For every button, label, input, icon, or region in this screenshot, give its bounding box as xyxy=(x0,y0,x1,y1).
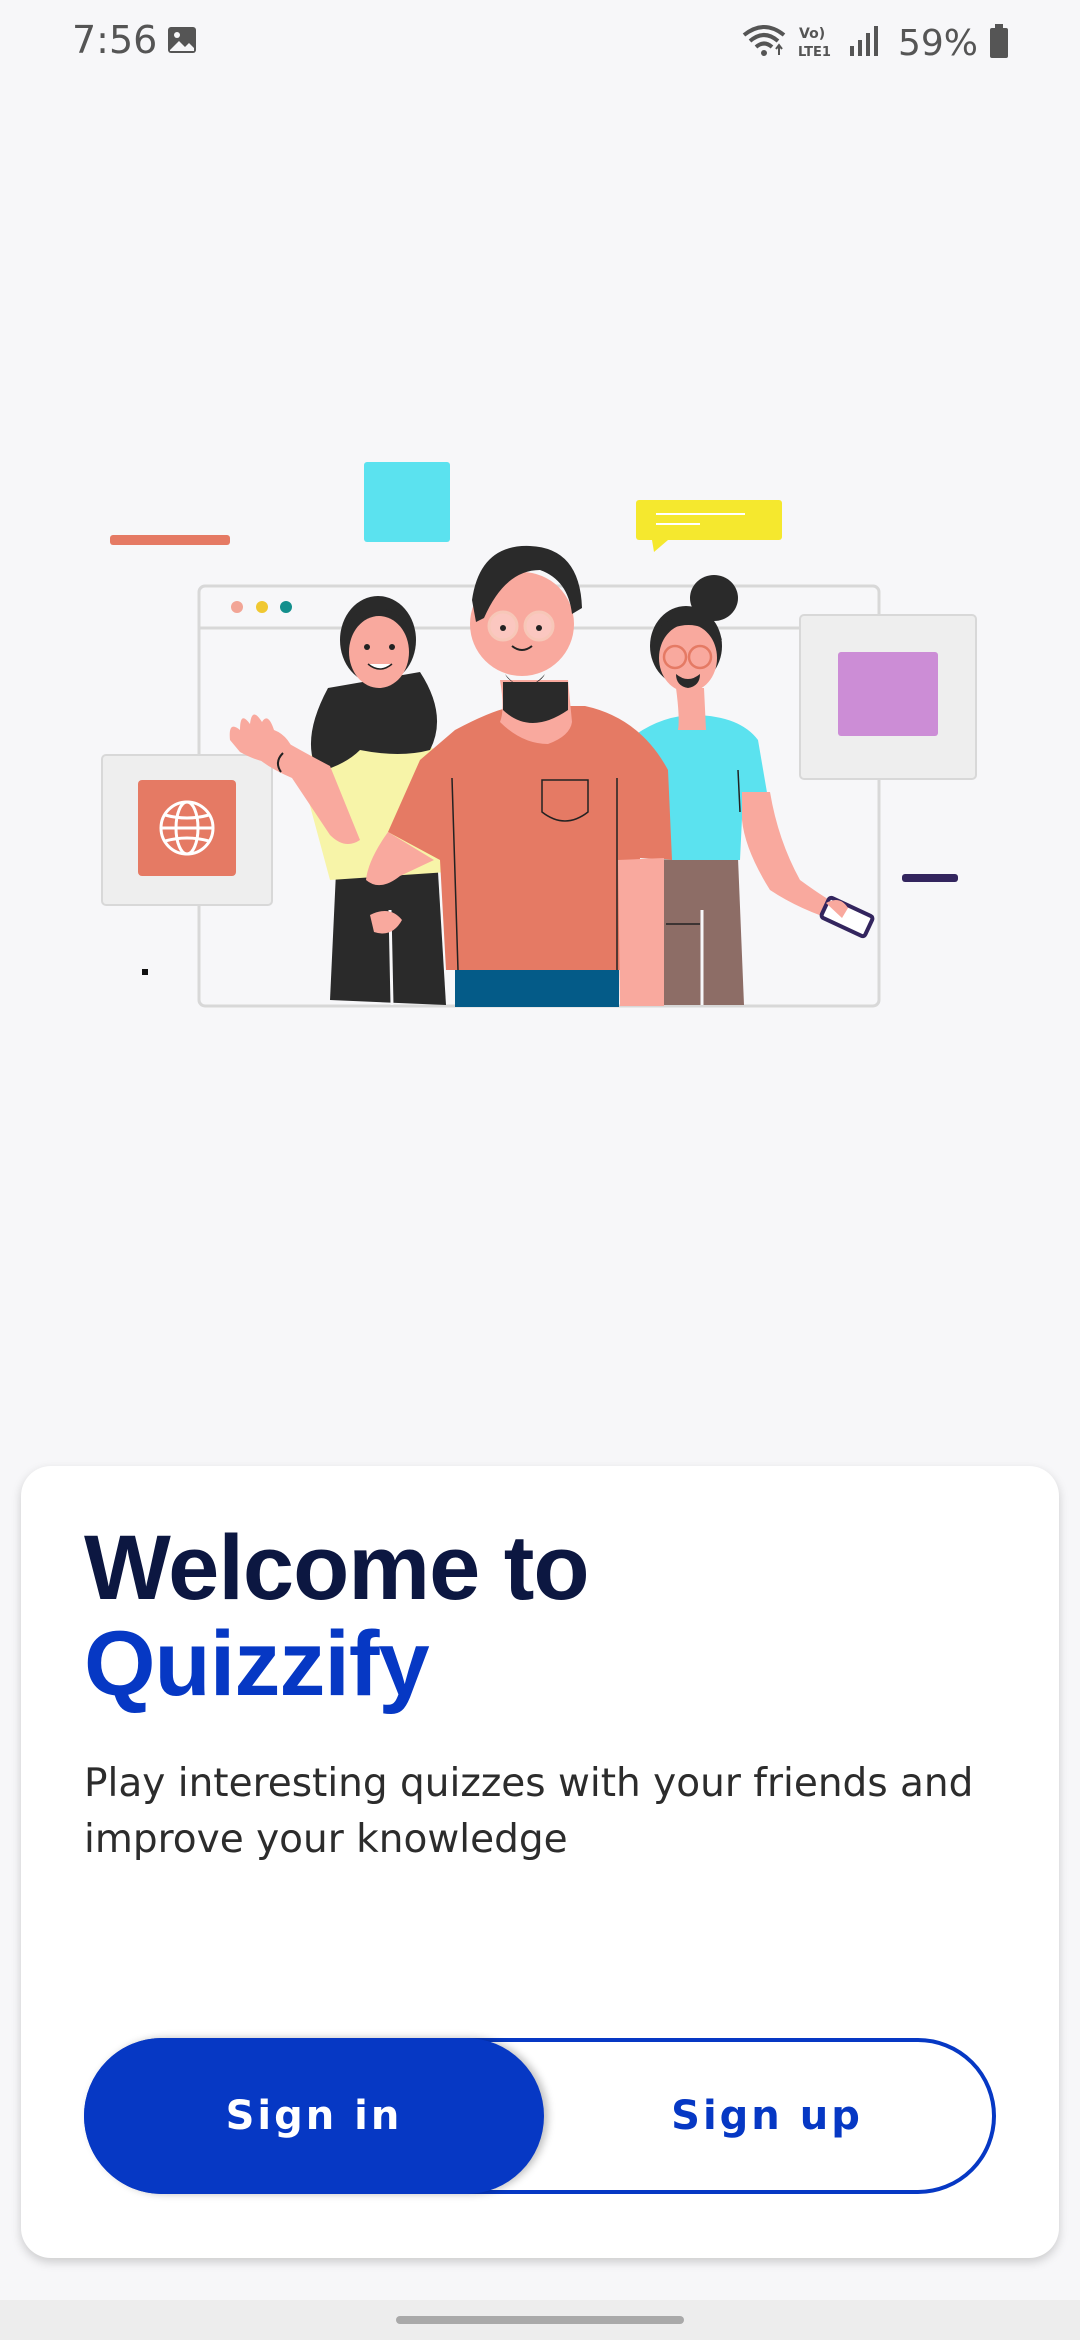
navy-line-shape xyxy=(902,874,958,882)
battery-icon xyxy=(988,23,1010,63)
globe-card xyxy=(101,754,273,906)
sign-in-button[interactable]: Sign in xyxy=(84,2038,544,2194)
sign-up-button[interactable]: Sign up xyxy=(542,2042,992,2190)
home-indicator[interactable] xyxy=(396,2316,684,2324)
welcome-title: Welcome to Quizzify xyxy=(84,1517,590,1715)
coral-line-shape xyxy=(110,535,230,545)
dot-shape xyxy=(142,969,148,975)
hero-illustration xyxy=(0,440,1080,1040)
welcome-card: Welcome to Quizzify Play interesting qui… xyxy=(21,1466,1059,2258)
signal-icon xyxy=(848,24,882,62)
svg-text:LTE1: LTE1 xyxy=(798,45,831,60)
app-name: Quizzify xyxy=(84,1613,430,1715)
battery-percent: 59% xyxy=(897,22,978,64)
status-bar: 7:56 Vo) LTE1 59% xyxy=(0,0,1080,84)
auth-toggle: Sign up Sign in xyxy=(84,2038,996,2194)
svg-text:Vo): Vo) xyxy=(799,26,825,42)
volte-icon: Vo) LTE1 xyxy=(796,22,838,64)
status-time: 7:56 xyxy=(72,18,158,62)
welcome-subtitle: Play interesting quizzes with your frien… xyxy=(84,1761,974,1862)
cyan-square-shape xyxy=(364,462,450,542)
gallery-icon xyxy=(166,24,198,60)
image-card xyxy=(799,614,977,780)
wifi-icon xyxy=(742,23,786,63)
title-line1: Welcome to xyxy=(84,1517,590,1619)
chat-bubble-icon xyxy=(636,500,782,552)
status-icons: Vo) LTE1 59% xyxy=(732,18,1010,68)
